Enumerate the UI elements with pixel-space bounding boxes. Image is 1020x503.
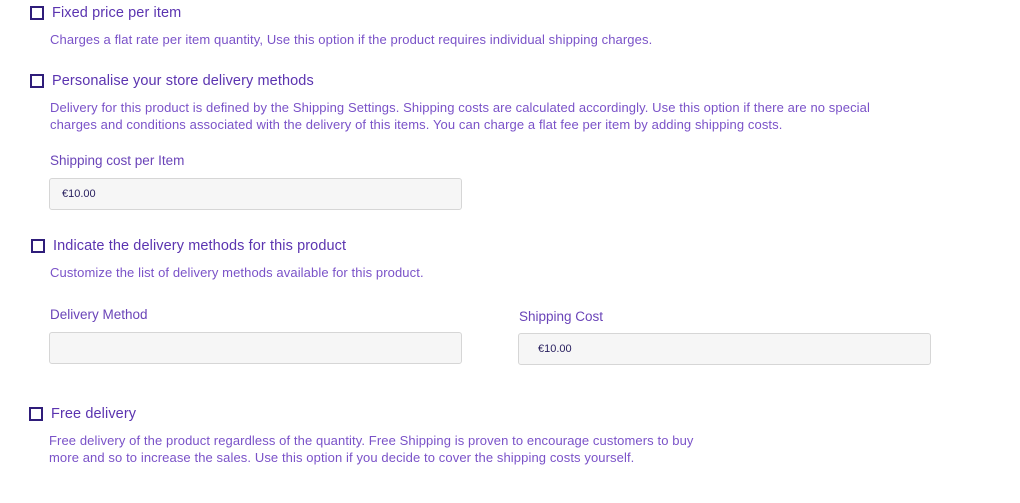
personalise-description-line1: Delivery for this product is defined by … [50,100,870,115]
shipping-cost-label: Shipping Cost [519,309,604,324]
shipping-cost-per-item-label: Shipping cost per Item [50,153,185,168]
free-delivery-description-line1: Free delivery of the product regardless … [49,433,694,448]
free-delivery-option[interactable]: Free delivery [29,406,136,422]
personalise-description: Delivery for this product is defined by … [50,100,870,133]
fixed-price-option[interactable]: Fixed price per item [30,5,181,21]
free-delivery-checkbox[interactable] [29,407,43,421]
shipping-cost-per-item-input[interactable] [49,178,462,210]
fixed-price-title: Fixed price per item [52,5,182,21]
delivery-method-input[interactable] [49,332,462,364]
indicate-methods-description: Customize the list of delivery methods a… [50,265,424,280]
shipping-cost-input[interactable] [518,333,931,365]
indicate-methods-title: Indicate the delivery methods for this p… [53,238,347,254]
free-delivery-title: Free delivery [51,406,137,422]
personalise-title: Personalise your store delivery methods [52,73,314,89]
free-delivery-description: Free delivery of the product regardless … [49,433,694,466]
personalise-checkbox[interactable] [30,74,44,88]
fixed-price-checkbox[interactable] [30,6,44,20]
personalise-option[interactable]: Personalise your store delivery methods [30,73,314,89]
personalise-description-line2: charges and conditions associated with t… [50,116,783,132]
fixed-price-description: Charges a flat rate per item quantity, U… [50,32,653,47]
free-delivery-description-line2: more and so to increase the sales. Use t… [49,449,635,465]
delivery-method-label: Delivery Method [50,307,148,322]
indicate-methods-option[interactable]: Indicate the delivery methods for this p… [31,238,346,254]
indicate-methods-checkbox[interactable] [31,239,45,253]
